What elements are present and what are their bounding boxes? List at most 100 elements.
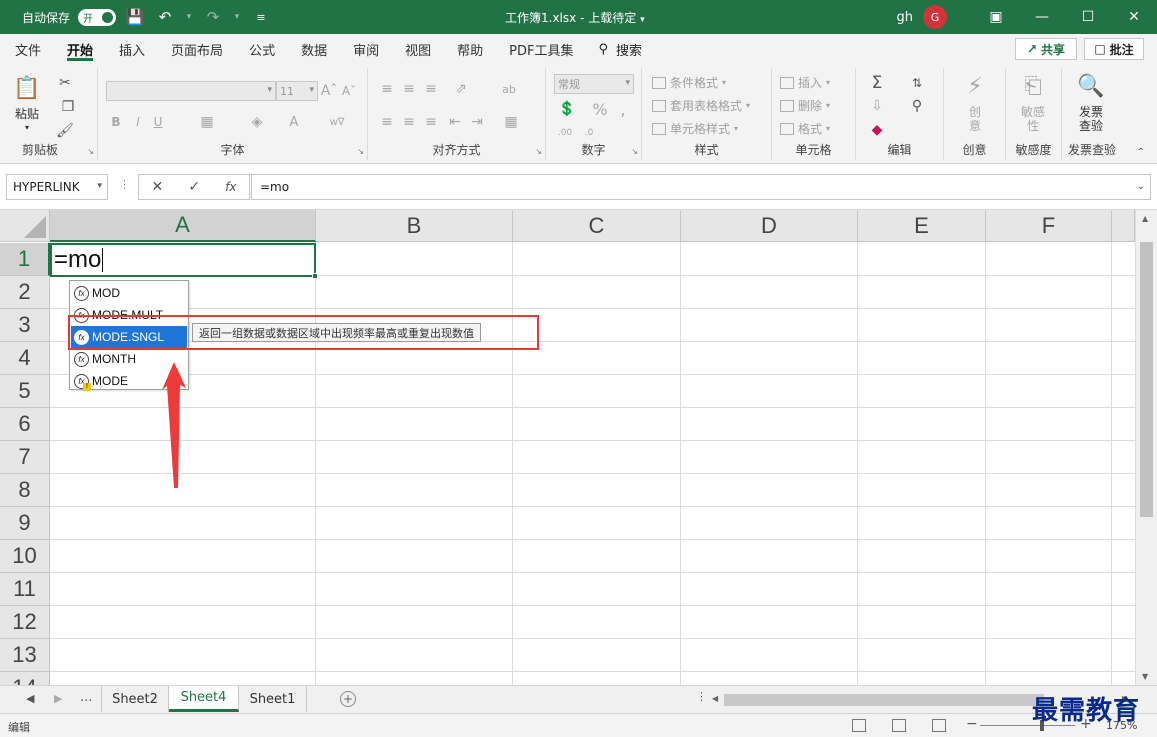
column-header-a[interactable]: A [50,210,316,242]
row-header-13[interactable]: 13 [0,639,50,672]
tab-home[interactable]: 开始 [54,34,106,64]
sheet-tab-sheet2[interactable]: Sheet2 [101,686,169,712]
autocomplete-item-mod[interactable]: fx MOD [70,282,188,304]
tab-page-layout[interactable]: 页面布局 [158,34,236,64]
enter-icon[interactable]: ✓ [188,179,200,195]
accounting-icon[interactable]: 💲 [554,100,580,118]
row-header-4[interactable]: 4 [0,342,50,375]
align-right-icon[interactable]: ≡ [422,113,440,131]
drag-handle-icon[interactable]: ⋮ [119,178,130,191]
autosave-toggle[interactable]: 开 [78,8,117,26]
window-title[interactable]: 工作簿1.xlsx - 上载待定 ▾ [505,9,645,26]
format-painter-icon[interactable]: 🖌 [55,122,75,140]
column-header-d[interactable]: D [681,210,858,242]
format-cells-button[interactable]: 格式 ▾ [780,120,830,137]
increase-decimal-icon[interactable]: .00 [554,124,576,142]
row-header-5[interactable]: 5 [0,375,50,408]
copy-icon[interactable]: ❐ [55,98,81,116]
decrease-indent-icon[interactable]: ⇤ [446,113,464,131]
wrap-text-icon[interactable]: ab [498,80,520,98]
font-size-combo[interactable]: 11 ▾ [276,81,318,101]
italic-icon[interactable]: I [130,113,146,131]
bold-icon[interactable]: B [108,113,124,131]
row-header-6[interactable]: 6 [0,408,50,441]
prev-sheet-icon[interactable]: ◀ [26,692,34,705]
scroll-thumb[interactable] [1140,242,1153,517]
name-box[interactable]: HYPERLINK ▾ [6,174,108,200]
paste-button[interactable]: 📋 粘贴 ▾ [12,74,42,135]
collapse-ribbon-icon[interactable]: ⌃ [1132,144,1150,160]
row-header-7[interactable]: 7 [0,441,50,474]
align-top-icon[interactable]: ≡ [378,80,396,98]
page-break-view-icon[interactable] [932,719,946,732]
creativity-button[interactable]: ⚡ 创 意 [960,72,990,134]
sort-filter-icon[interactable]: ⇅ [900,73,934,93]
select-all-button[interactable] [0,210,50,242]
cell-styles-button[interactable]: 单元格样式 ▾ [652,120,738,137]
redo-dropdown-icon[interactable]: ▾ [232,6,242,28]
more-sheets[interactable]: ... [80,690,92,705]
add-sheet-icon[interactable]: + [340,691,356,707]
comments-button[interactable]: □ 批注 [1084,38,1144,60]
orientation-icon[interactable]: ⇗ [448,80,474,98]
row-header-10[interactable]: 10 [0,540,50,573]
cancel-icon[interactable]: ✕ [152,179,164,195]
undo-dropdown-icon[interactable]: ▾ [184,6,194,28]
avatar[interactable]: G [923,5,947,29]
tab-split-handle-icon[interactable]: ⋮ [696,690,707,703]
find-select-icon[interactable]: ⚲ [900,96,934,116]
sheet-tab-sheet4[interactable]: Sheet4 [169,686,239,712]
number-format-combo[interactable]: 常规 ▾ [554,74,634,94]
insert-function-icon[interactable]: fx [225,180,236,194]
formula-input[interactable]: =mo ⌄ [251,174,1151,200]
align-left-icon[interactable]: ≡ [378,113,396,131]
row-header-12[interactable]: 12 [0,606,50,639]
row-header-3[interactable]: 3 [0,309,50,342]
align-center-icon[interactable]: ≡ [400,113,418,131]
conditional-formatting-button[interactable]: 条件格式 ▾ [652,74,726,91]
column-header-f[interactable]: F [986,210,1112,242]
share-button[interactable]: ↗ 共享 [1015,38,1077,60]
merge-center-icon[interactable]: ▦ [498,113,524,131]
format-as-table-button[interactable]: 套用表格格式 ▾ [652,97,750,114]
row-header-8[interactable]: 8 [0,474,50,507]
tab-formulas[interactable]: 公式 [236,34,288,64]
row-header-11[interactable]: 11 [0,573,50,606]
sheet-tab-sheet1[interactable]: Sheet1 [239,686,307,712]
customize-toolbar-icon[interactable]: ≡ [250,6,272,28]
row-header-2[interactable]: 2 [0,276,50,309]
search-tab[interactable]: ⚲ 搜索 [598,40,642,59]
underline-icon[interactable]: U [150,113,166,131]
close-button[interactable]: ✕ [1111,0,1157,34]
scroll-up-icon[interactable]: ▲ [1142,214,1148,223]
comma-icon[interactable]: , [616,100,630,119]
align-middle-icon[interactable]: ≡ [400,80,418,98]
dialog-launcher-icon[interactable]: ↘ [357,147,364,156]
decrease-font-icon[interactable]: Aˇ [340,82,358,100]
font-name-combo[interactable]: ▾ [106,81,276,101]
tab-file[interactable]: 文件 [2,34,54,64]
invoice-check-button[interactable]: 🔍 发票 查验 [1076,72,1106,134]
fill-icon[interactable]: ⇩ [864,96,890,116]
tab-data[interactable]: 数据 [288,34,340,64]
tab-insert[interactable]: 插入 [106,34,158,64]
tab-pdf-tools[interactable]: PDF工具集 [496,34,586,64]
increase-font-icon[interactable]: Aˆ [320,82,338,100]
page-layout-view-icon[interactable] [892,719,906,732]
dialog-launcher-icon[interactable]: ↘ [631,147,638,156]
autosum-icon[interactable]: Σ [864,73,890,93]
tab-help[interactable]: 帮助 [444,34,496,64]
active-cell-a1[interactable]: =mo [50,243,318,279]
minimize-button[interactable]: — [1019,0,1065,34]
maximize-button[interactable]: ☐ [1065,0,1111,34]
next-sheet-icon[interactable]: ▶ [54,692,62,705]
fill-color-icon[interactable]: ◈ [242,113,272,131]
ribbon-display-icon[interactable]: ▣ [973,0,1019,34]
vertical-scrollbar[interactable]: ▲ ▼ [1135,210,1157,685]
row-header-1[interactable]: 1 [0,243,50,276]
fill-handle[interactable] [312,273,318,279]
font-color-icon[interactable]: A [280,113,308,131]
delete-cells-button[interactable]: 删除 ▾ [780,97,830,114]
borders-icon[interactable]: ▦ [194,113,220,131]
column-header-e[interactable]: E [858,210,986,242]
